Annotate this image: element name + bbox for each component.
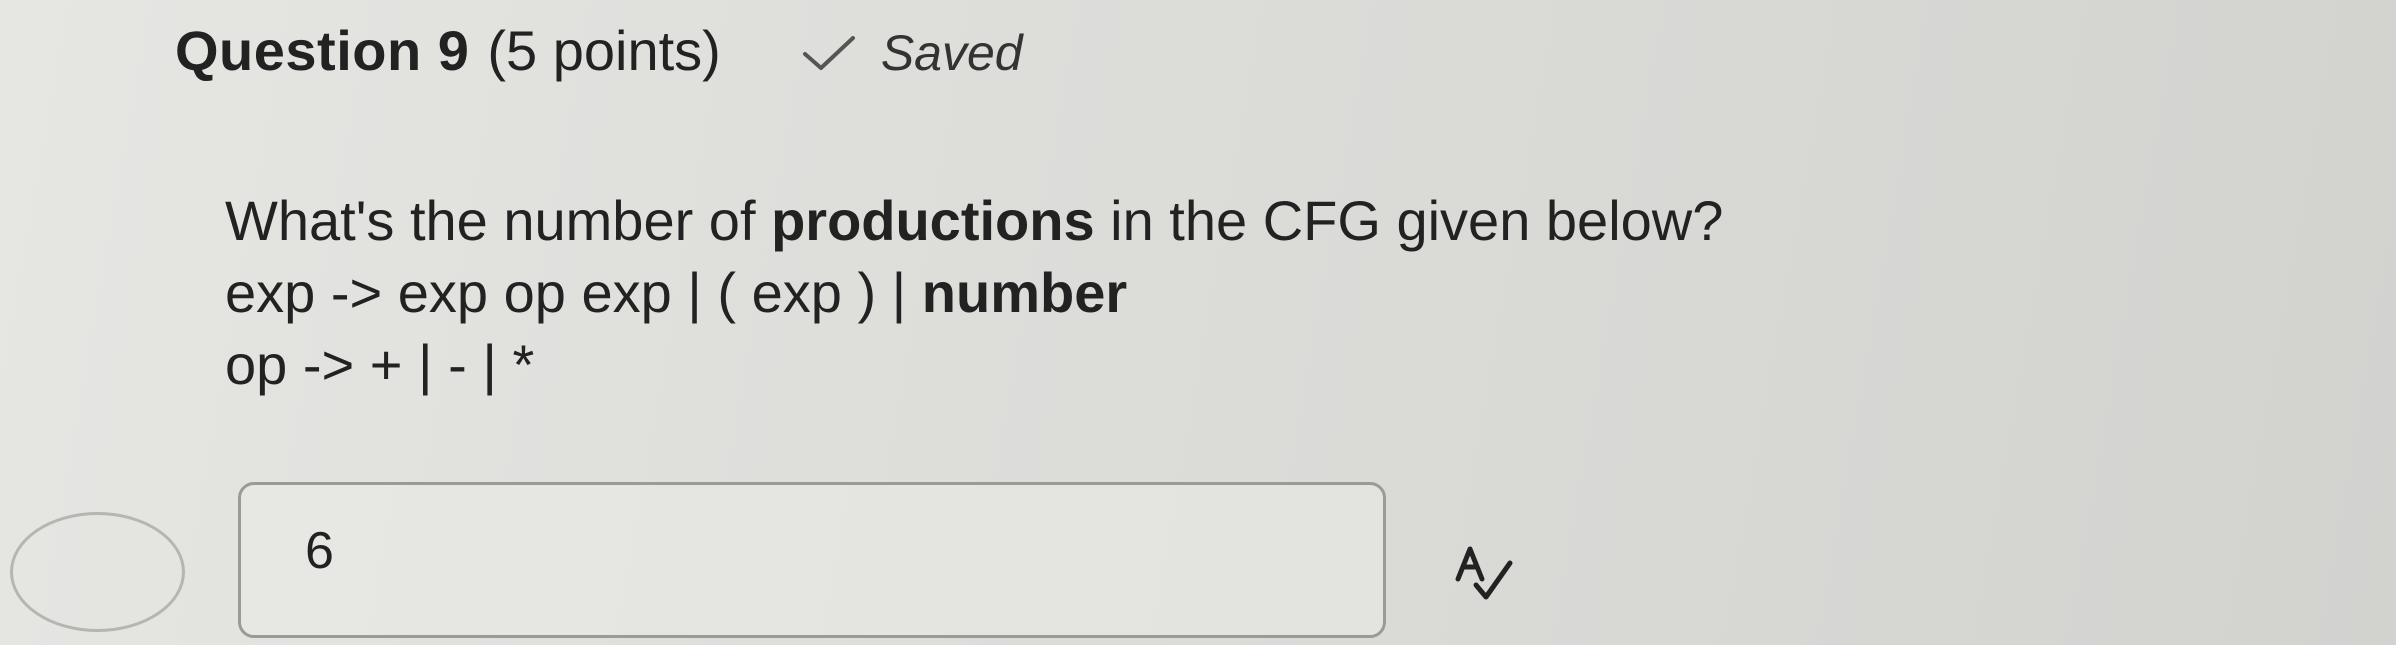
question-title: Question 9 xyxy=(175,19,470,82)
saved-status: Saved xyxy=(801,24,1023,82)
question-points: (5 points) xyxy=(487,19,721,82)
check-icon xyxy=(802,36,855,70)
decorative-circle xyxy=(10,512,185,632)
grammar-rule-op: op -> + | - | * xyxy=(225,333,535,396)
question-body: What's the number of productions in the … xyxy=(225,185,1723,401)
question-prompt: What's the number of productions in the … xyxy=(225,189,1724,252)
grammar-terminal-number: number xyxy=(921,261,1128,324)
question-header: Question 9 (5 points) Saved xyxy=(175,18,1023,83)
answer-input[interactable]: 6 xyxy=(238,482,1386,638)
grammar-rule-exp: exp -> exp op exp | ( exp ) | number xyxy=(225,261,1128,324)
spell-check-icon[interactable] xyxy=(1452,545,1514,601)
prompt-emphasis: productions xyxy=(771,189,1095,252)
answer-value[interactable]: 6 xyxy=(305,521,334,581)
saved-label: Saved xyxy=(880,25,1023,81)
